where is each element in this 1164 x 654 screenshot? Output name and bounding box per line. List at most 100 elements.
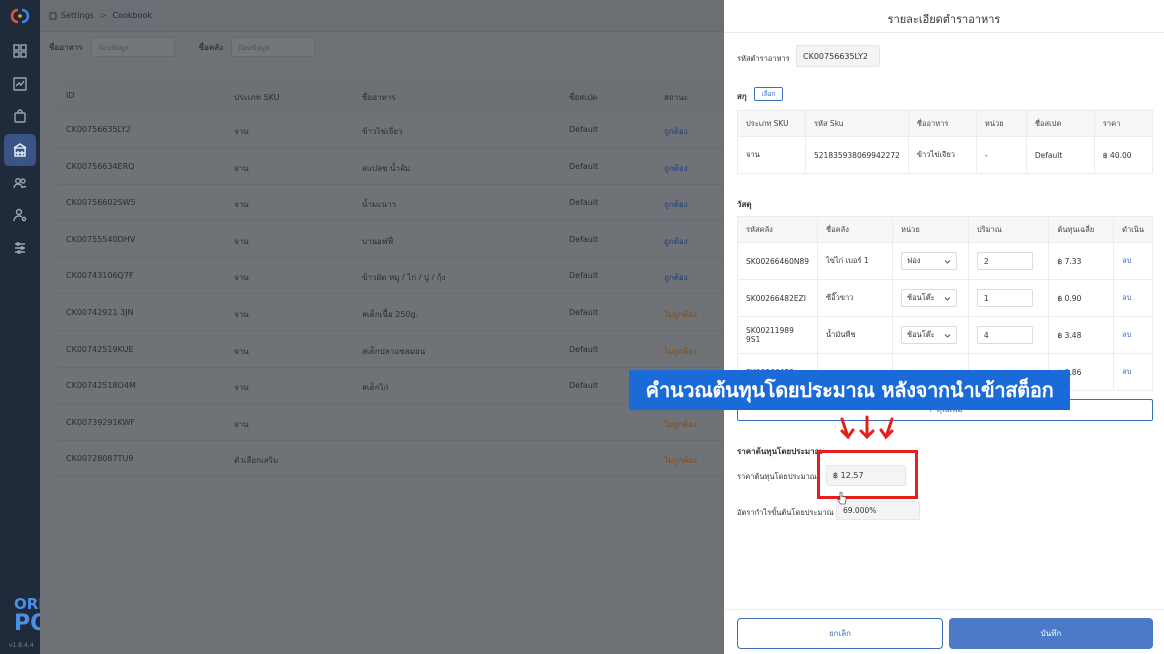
table-row[interactable]: CK00756634ERQ จาน สแปลช น้ำส้ม Default ถูกต้… [58, 148, 724, 185]
breadcrumb-root[interactable]: Settings [61, 11, 94, 20]
choose-sku-button[interactable]: เลือก [754, 87, 783, 101]
column-header: ชื่อคลัง [817, 216, 894, 243]
material-name-text: ซีอิ๊วขาว [826, 293, 854, 302]
breadcrumb-current: Cookbook [112, 11, 153, 20]
table-cell: CK00756635LY2 [66, 125, 131, 134]
material-table: รหัสคลัง ชื่อคลัง หน่วย ปริมาณ ต้นทุนเฉล… [736, 216, 1153, 391]
table-row: จาน 521835938069942272 ข้าวไข่เจียว - De… [737, 136, 1154, 174]
action-cell: ลบ [1113, 279, 1153, 317]
app-logo-icon[interactable] [8, 7, 32, 25]
table-cell: จาน [234, 419, 249, 429]
sku-section-title: สกุ [737, 92, 747, 101]
table-row[interactable]: CK00756635LY2 จาน ข้าวไข่เจียว Default ถูกต้… [58, 111, 724, 148]
table-row[interactable]: CK00742518O4Mจานสเต็กไก่Defaultไม่ถูกต้อ… [58, 367, 724, 405]
chevron-down-icon [944, 333, 951, 338]
column-header: รหัสคลัง [736, 216, 819, 243]
material-code-text: SK00266460N89 [746, 256, 810, 266]
unit-cell: ช้อนโต๊ะ [892, 316, 969, 354]
table-cell: CK00756634ERQ [66, 161, 135, 171]
column-header: ดำเนิน [1113, 216, 1153, 243]
cookbook-table: ID ประเภท SKU ชื่ออาหาร ชื่อสเปค สถานะ C… [58, 77, 724, 478]
unit-cell: ฟอง [892, 242, 969, 280]
status-text: ถูกต้อง [664, 163, 688, 173]
quantity-input[interactable]: 1 [976, 289, 1033, 307]
table-row[interactable]: CK00739291KWF จาน ไม่ถูกต้อง [58, 404, 724, 441]
table-cell: CK00742921 3JN [66, 308, 134, 317]
column-header: ประเภท SKU [234, 93, 280, 102]
delete-link[interactable]: ลบ [1122, 293, 1131, 302]
material-name: น้ำมันพืช [817, 316, 894, 354]
sliders-icon[interactable] [10, 238, 30, 258]
cancel-button[interactable]: ยกเลิก [737, 618, 943, 649]
cost-label: ราคาต้นทุนโดยประมาณ [737, 472, 817, 481]
table-row: SK00266460N89 ไข่ไก่ เบอร์ 1 ฟอง 2 ฿ 7.33 ลบ [736, 242, 1153, 280]
drawer-title: รายละเอียดตำราอาหาร [887, 13, 1001, 26]
unit-select[interactable]: ช้อนโต๊ะ [901, 289, 958, 307]
material-code-text: SK00211989 9S1 [746, 326, 794, 344]
material-name-text: ไข่ไก่ เบอร์ 1 [826, 256, 869, 265]
table-cell: จาน [737, 136, 806, 174]
delete-link[interactable]: ลบ [1122, 256, 1131, 265]
sku-table: ประเภท SKU รหัส Sku ชื่ออาหาร หน่วย ชื่อ… [737, 110, 1154, 174]
save-button[interactable]: บันทึก [949, 618, 1153, 649]
table-row[interactable]: CK00756602SW5 จาน น้ำมะนาว Default ถูกต้อง [58, 184, 724, 222]
breadcrumb-separator: > [99, 11, 107, 20]
material-code: SK00266482EZI [736, 279, 819, 317]
column-header: ประเภท SKU [737, 110, 806, 137]
status-text: ไม่ถูกต้อง [664, 456, 697, 466]
average-cost-text: ฿ 7.33 [1057, 256, 1082, 266]
quantity-cell: 1 [967, 279, 1050, 317]
column-header: รหัส Sku [805, 110, 909, 137]
chart-icon[interactable] [10, 74, 30, 94]
app-version: v1.8.4.4 [9, 642, 34, 649]
user-settings-icon[interactable] [10, 205, 30, 225]
table-row: SK00211989 9S1 น้ำมันพืช ช้อนโต๊ะ 4 ฿ 3.48 ลบ [736, 316, 1153, 354]
unit-select[interactable]: ช้อนโต๊ะ [901, 326, 958, 344]
table-row[interactable]: CK00742519KUE จาน สเต็กปลาแซลมอน Default ไม่… [58, 331, 724, 368]
table-row[interactable]: CK00728087TU9 ตัวเลือกเสริม ไม่ถูกต้อง [58, 440, 724, 478]
delete-link[interactable]: ลบ [1122, 330, 1131, 339]
action-cell: ลบ [1113, 353, 1153, 391]
food-name-filter-input[interactable]: ป้อนข้อมูล [90, 37, 175, 57]
cost-section-title: ราคาต้นทุนโดยประมาณ [737, 447, 823, 456]
quantity-input[interactable]: 4 [976, 326, 1033, 344]
quantity-input[interactable]: 2 [976, 252, 1033, 270]
building-icon[interactable] [4, 134, 36, 166]
table-row[interactable]: CK00742921 3JN จาน สเต็กเนื้อ 250g. Default… [58, 294, 724, 331]
average-cost: ฿ 0.90 [1048, 279, 1115, 317]
table-cell: Default [569, 308, 599, 317]
chevron-down-icon [944, 296, 951, 301]
average-cost: ฿ 3.48 [1048, 316, 1115, 354]
table-row[interactable]: CK00743106Q7F จาน ข้าวผัด หมู / ไก่ / ปู /… [58, 257, 724, 295]
table-header: ประเภท SKU รหัส Sku ชื่ออาหาร หน่วย ชื่อ… [737, 110, 1154, 137]
material-section-title: วัสดุ [737, 200, 752, 209]
unit-select-value: ช้อนโต๊ะ [907, 293, 935, 302]
table-cell: ข้าวไข่เจียว [907, 136, 977, 174]
table-cell: CK00742518O4M [66, 381, 136, 391]
grid-icon[interactable] [10, 41, 30, 61]
average-cost-text: ฿ 0.90 [1057, 293, 1082, 303]
table-cell: - [975, 136, 1027, 174]
hand-cursor-icon [837, 492, 847, 505]
bag-icon[interactable] [10, 106, 30, 126]
table-cell: จาน [234, 163, 249, 173]
table-cell: สเต็กเนื้อ 250g. [362, 310, 419, 319]
table-cell: จาน [234, 127, 249, 136]
table-cell: สเต็กปลาแซลมอน [362, 346, 426, 356]
table-cell: CK00739291KWF [66, 417, 136, 427]
users-icon[interactable] [10, 173, 30, 193]
delete-link[interactable]: ลบ [1122, 367, 1131, 376]
warehouse-filter-input[interactable]: ป้อนข้อมูล [231, 37, 315, 57]
down-arrows-icon [840, 415, 894, 440]
unit-cell: ช้อนโต๊ะ [892, 279, 969, 317]
status-text: ไม่ถูกต้อง [664, 310, 697, 319]
table-row[interactable]: CK00755540DHV จาน บานอฟฟี่ Default ถูกต้อง [58, 221, 724, 258]
table-cell: Default [1025, 136, 1095, 174]
sidebar: ORDER POS v1.8.4.4 [0, 0, 73, 654]
table-cell: จาน [234, 310, 249, 319]
column-header: หน่วย [975, 110, 1027, 137]
table-cell: Default [569, 234, 599, 244]
unit-select[interactable]: ฟอง [901, 252, 958, 270]
unit-select-value: ฟอง [907, 256, 921, 265]
table-cell: 521835938069942272 [805, 136, 909, 174]
